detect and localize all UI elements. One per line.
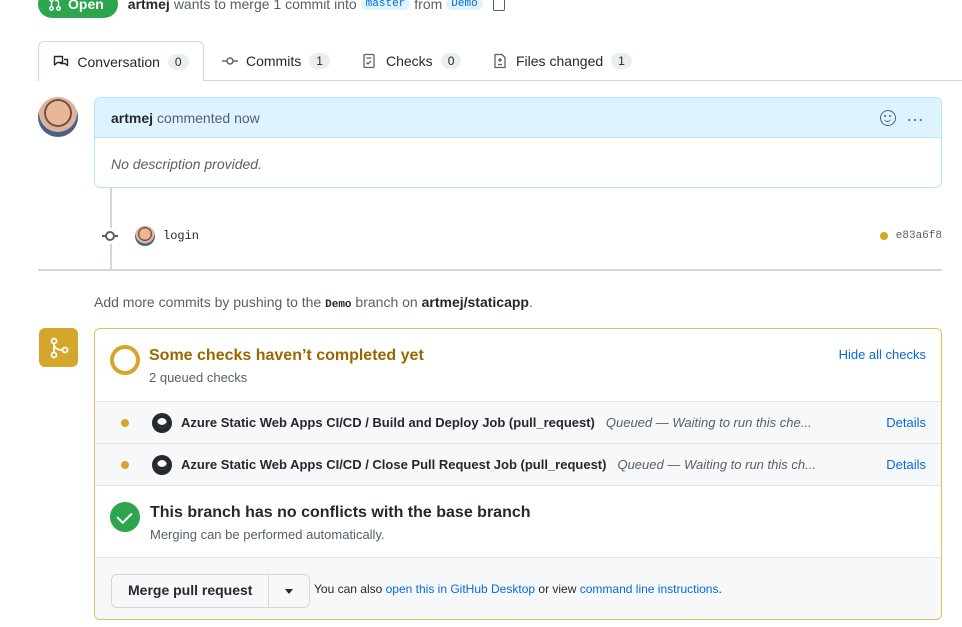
- merge-status-icon-box: [39, 328, 78, 367]
- merge-text-prefix: You can also: [314, 582, 383, 596]
- tab-counter: 0: [440, 53, 462, 69]
- comment-header: artmej commented now …: [95, 98, 941, 138]
- merge-alternatives: You can also open this in GitHub Desktop…: [314, 582, 722, 596]
- pending-status-dot-icon[interactable]: [879, 232, 888, 240]
- tab-counter: 1: [611, 53, 632, 69]
- file-diff-icon: [494, 53, 506, 69]
- merge-box: Some checks haven’t completed yet 2 queu…: [94, 328, 942, 620]
- merge-pull-request-button[interactable]: Merge pull request: [112, 575, 270, 607]
- commit-sha: e83a6f8: [879, 230, 942, 242]
- comment-timestamp: commented now: [157, 109, 260, 126]
- git-merge-icon: [50, 337, 68, 358]
- merge-summary: artmej wants to merge 1 commit into mast…: [128, 0, 505, 12]
- conflicts-title: This branch has no conflicts with the ba…: [150, 504, 531, 521]
- tab-files-changed[interactable]: Files changed 1: [492, 41, 632, 81]
- check-name: Azure Static Web Apps CI/CD / Build and …: [181, 415, 595, 430]
- timeline-divider: [38, 269, 942, 271]
- merge-text-middle: or view: [538, 582, 577, 596]
- merge-button-group: Merge pull request: [111, 574, 311, 608]
- commit-row: login e83a6f8: [102, 226, 942, 246]
- queued-dot-icon: [121, 418, 129, 427]
- hint-suffix: .: [528, 294, 533, 310]
- from-text: from: [414, 0, 443, 12]
- commit-icon: [222, 57, 238, 65]
- checks-title: Some checks haven’t completed yet: [149, 347, 424, 364]
- kebab-menu-icon[interactable]: …: [906, 106, 925, 124]
- push-hint: Add more commits by pushing to the Demo …: [94, 294, 533, 311]
- author-avatar[interactable]: [38, 97, 78, 137]
- comment-author[interactable]: artmej: [111, 110, 153, 126]
- smiley-icon[interactable]: [880, 109, 896, 126]
- hide-all-checks-link[interactable]: Hide all checks: [839, 347, 926, 362]
- pending-ring-icon: [110, 345, 140, 375]
- checks-subtitle: 2 queued checks: [149, 370, 248, 385]
- commit-icon: [102, 228, 118, 244]
- tab-conversation[interactable]: Conversation 0: [38, 41, 204, 81]
- tab-counter: 0: [167, 53, 189, 70]
- check-name: Azure Static Web Apps CI/CD / Close Pull…: [181, 457, 607, 472]
- tab-label: Checks: [386, 53, 433, 69]
- hint-repo[interactable]: artmej/staticapp: [422, 294, 529, 310]
- tab-label: Conversation: [77, 53, 160, 70]
- conflicts-subtitle: Merging can be performed automatically.: [150, 527, 385, 542]
- github-logo-icon: [152, 412, 172, 433]
- hint-branch: Demo: [325, 299, 352, 311]
- github-logo-icon: [152, 454, 172, 475]
- comment-body: No description provided.: [111, 156, 262, 172]
- tab-label: Commits: [246, 53, 302, 69]
- open-in-desktop-link[interactable]: open this in GitHub Desktop: [386, 582, 535, 596]
- pr-description-comment: artmej commented now … No description pr…: [94, 97, 942, 188]
- copy-icon[interactable]: [492, 0, 505, 11]
- check-row: Azure Static Web Apps CI/CD / Close Pull…: [95, 443, 941, 485]
- tab-commits[interactable]: Commits 1: [222, 41, 330, 81]
- command-line-instructions-link[interactable]: command line instructions: [580, 582, 719, 596]
- chevron-down-icon: [285, 588, 294, 594]
- commit-sha-link[interactable]: e83a6f8: [896, 230, 942, 242]
- head-branch-chip[interactable]: Demo: [446, 0, 483, 10]
- hint-prefix: Add more commits by pushing to the: [94, 294, 322, 310]
- queued-dot-icon: [121, 460, 129, 469]
- tab-label: Files changed: [516, 53, 604, 69]
- check-circle-icon: [110, 502, 140, 532]
- hint-middle: branch on: [355, 294, 418, 310]
- pr-status-row: Open artmej wants to merge 1 commit into…: [38, 0, 505, 18]
- merge-summary-text: wants to merge 1 commit into: [173, 0, 357, 12]
- check-row: Azure Static Web Apps CI/CD / Build and …: [95, 401, 941, 443]
- tab-counter: 1: [309, 53, 330, 69]
- check-details-link[interactable]: Details: [886, 457, 926, 472]
- merge-text-suffix: .: [718, 582, 722, 596]
- checks-summary: Some checks haven’t completed yet 2 queu…: [95, 329, 941, 401]
- check-details-link[interactable]: Details: [886, 415, 926, 430]
- status-label: Open: [68, 0, 104, 12]
- author-link[interactable]: artmej: [128, 0, 170, 12]
- commit-author-avatar[interactable]: [135, 226, 155, 246]
- open-status-badge: Open: [38, 0, 118, 18]
- conversation-icon: [54, 55, 69, 66]
- conflicts-status: This branch has no conflicts with the ba…: [95, 485, 941, 557]
- base-branch-chip[interactable]: master: [360, 0, 411, 10]
- checklist-icon: [363, 53, 375, 69]
- check-status: Queued — Waiting to run this ch...: [617, 457, 816, 472]
- commit-message[interactable]: login: [163, 229, 199, 243]
- merge-actions: Merge pull request You can also open thi…: [95, 557, 941, 619]
- tab-checks[interactable]: Checks 0: [362, 41, 462, 81]
- merge-method-dropdown[interactable]: [269, 575, 310, 607]
- pull-request-icon: [49, 0, 61, 11]
- check-status: Queued — Waiting to run this che...: [605, 415, 812, 430]
